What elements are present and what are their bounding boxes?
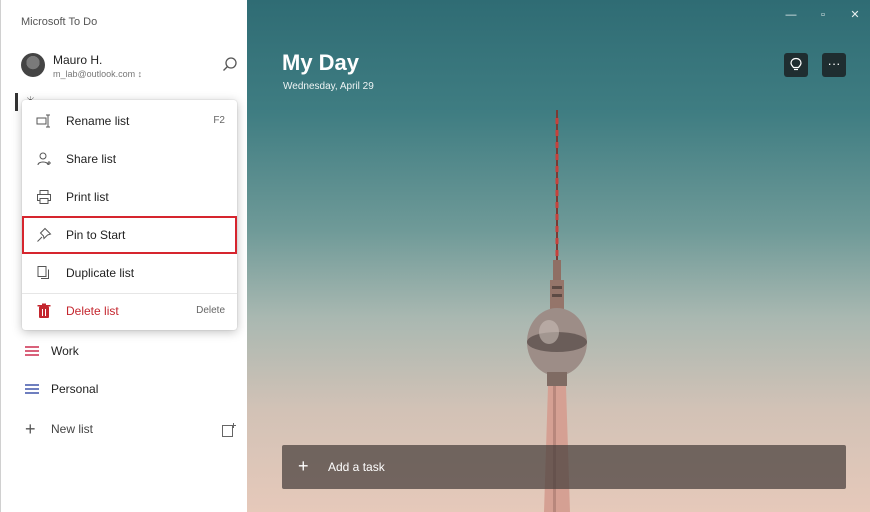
menu-item-label: Pin to Start — [66, 228, 126, 242]
plus-icon: + — [298, 456, 309, 476]
menu-item-pin-to-start[interactable]: Pin to Start — [22, 216, 237, 254]
user-email[interactable]: m_lab@outlook.com ↕ — [53, 69, 142, 79]
minimize-icon[interactable]: — — [782, 8, 800, 22]
menu-item-label: Rename list — [66, 114, 130, 128]
trash-icon — [37, 303, 51, 318]
menu-item-shortcut: F2 — [213, 115, 225, 126]
new-list-label: New list — [51, 422, 94, 436]
plus-icon: + — [25, 419, 36, 439]
menu-item-label: Share list — [66, 152, 117, 166]
page-title: My Day — [282, 50, 360, 75]
more-options-button[interactable]: ··· — [822, 53, 846, 77]
list-lines-icon — [25, 346, 39, 356]
add-task-input[interactable]: + Add a task — [282, 445, 846, 489]
sidebar-item-label: Personal — [51, 382, 99, 396]
rename-icon — [36, 114, 50, 128]
selected-indicator — [15, 93, 18, 111]
avatar[interactable] — [21, 53, 45, 77]
sidebar-item-personal[interactable]: Personal — [1, 372, 248, 408]
close-icon[interactable]: ✕ — [846, 8, 864, 22]
new-list-button[interactable]: + New list — [1, 412, 248, 448]
user-name[interactable]: Mauro H. — [53, 53, 102, 67]
page-date: Wednesday, April 29 — [283, 81, 374, 92]
maximize-icon[interactable]: ▫ — [814, 8, 832, 22]
menu-item-print-list[interactable]: Print list — [22, 178, 237, 216]
add-task-placeholder: Add a task — [328, 460, 385, 474]
menu-item-duplicate-list[interactable]: Duplicate list — [22, 254, 237, 292]
list-context-menu: Rename list F2 Share list Print list Pin… — [22, 100, 237, 330]
sidebar-item-work[interactable]: Work — [1, 334, 248, 370]
window-controls: — ▫ ✕ — [782, 8, 864, 22]
lightbulb-icon — [790, 57, 802, 71]
menu-item-label: Delete list — [66, 304, 119, 318]
search-icon[interactable] — [221, 56, 239, 74]
menu-item-delete-list[interactable]: Delete list Delete — [22, 292, 237, 330]
pin-icon — [37, 227, 52, 242]
sidebar: Microsoft To Do Mauro H. m_lab@outlook.c… — [0, 0, 247, 512]
menu-item-label: Print list — [66, 190, 109, 204]
sidebar-item-label: Work — [51, 344, 79, 358]
menu-item-label: Duplicate list — [66, 266, 135, 280]
menu-item-share-list[interactable]: Share list — [22, 140, 237, 178]
suggestions-button[interactable] — [784, 53, 808, 77]
my-day-view: — ▫ ✕ My Day Wednesday, April 29 ··· + A… — [247, 0, 870, 512]
share-person-icon — [37, 152, 51, 166]
app-title: Microsoft To Do — [21, 16, 98, 28]
list-lines-icon — [25, 384, 39, 394]
more-icon: ··· — [827, 56, 841, 71]
printer-icon — [37, 190, 51, 204]
duplicate-icon — [37, 266, 49, 279]
menu-item-rename-list[interactable]: Rename list F2 — [22, 102, 237, 140]
menu-item-shortcut: Delete — [196, 305, 225, 316]
new-group-icon[interactable] — [221, 422, 237, 438]
